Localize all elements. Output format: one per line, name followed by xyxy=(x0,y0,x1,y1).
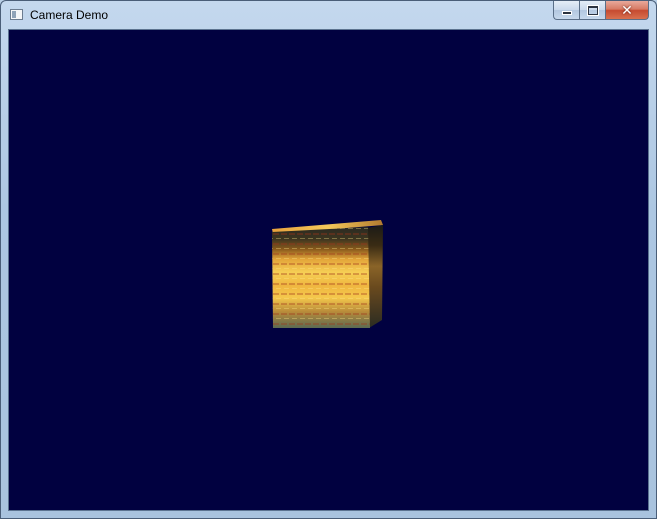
3d-scene xyxy=(272,220,383,328)
app-window-icon[interactable] xyxy=(10,9,23,20)
render-viewport[interactable] xyxy=(8,29,649,511)
caption-buttons: ✕ xyxy=(553,1,649,21)
minimize-icon xyxy=(562,12,571,14)
app-window: Camera Demo ✕ xyxy=(0,0,657,519)
window-title: Camera Demo xyxy=(30,8,109,22)
close-icon: ✕ xyxy=(621,2,633,18)
maximize-icon xyxy=(587,5,598,15)
title-bar[interactable]: Camera Demo ✕ xyxy=(1,1,656,29)
cube-front-texture xyxy=(272,227,370,328)
minimize-button[interactable] xyxy=(553,1,579,20)
textured-cube xyxy=(272,220,383,328)
close-button[interactable]: ✕ xyxy=(605,1,649,20)
maximize-button[interactable] xyxy=(579,1,605,20)
